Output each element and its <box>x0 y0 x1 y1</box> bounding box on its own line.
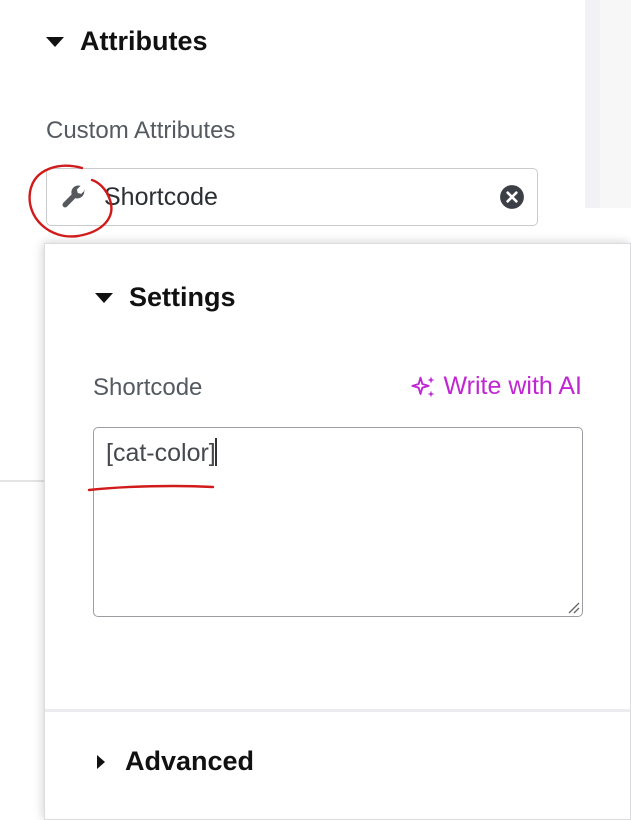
advanced-section-toggle[interactable]: Advanced <box>97 746 254 777</box>
shortcode-text: [cat-color] <box>106 439 216 467</box>
write-with-ai-label: Write with AI <box>443 372 582 400</box>
caret-right-icon <box>97 754 105 769</box>
clear-circle-icon[interactable] <box>499 184 525 210</box>
attributes-section-toggle[interactable]: Attributes <box>46 26 208 57</box>
caret-down-icon <box>95 292 113 303</box>
settings-section-toggle[interactable]: Settings <box>95 282 236 313</box>
panel-divider <box>0 480 46 482</box>
caret-down-icon <box>46 36 64 47</box>
settings-title: Settings <box>129 282 236 312</box>
shortcode-label: Shortcode <box>93 374 203 401</box>
wrench-icon[interactable] <box>60 183 88 211</box>
popover-divider <box>45 709 630 712</box>
sparkle-icon <box>410 376 435 397</box>
shortcode-popover: Settings Shortcode Write with AI [cat-co… <box>44 243 631 820</box>
custom-attribute-item[interactable]: Shortcode <box>46 168 538 226</box>
write-with-ai-button[interactable]: Write with AI <box>410 372 582 401</box>
resize-grip-icon[interactable] <box>566 600 580 614</box>
custom-attribute-value: Shortcode <box>104 182 218 211</box>
popover-edge <box>585 208 631 244</box>
canvas-background-inner <box>600 0 631 210</box>
advanced-title: Advanced <box>125 746 255 776</box>
custom-attributes-label: Custom Attributes <box>46 117 236 144</box>
shortcode-textarea[interactable]: [cat-color] <box>93 427 583 617</box>
attributes-title: Attributes <box>80 26 208 56</box>
text-cursor <box>214 438 217 466</box>
